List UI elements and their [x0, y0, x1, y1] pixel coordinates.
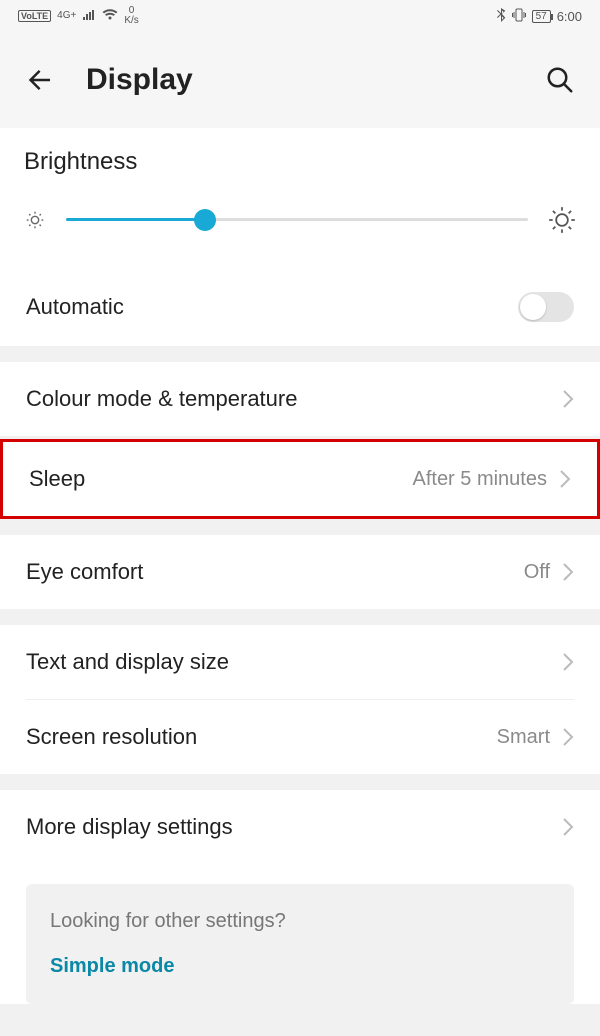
wifi-icon [102, 9, 118, 24]
automatic-brightness-row[interactable]: Automatic [0, 268, 600, 346]
eye-comfort-label: Eye comfort [26, 559, 143, 585]
chevron-right-icon [562, 652, 574, 672]
text-size-label: Text and display size [26, 649, 229, 675]
sleep-row-highlighted: Sleep After 5 minutes [0, 439, 600, 519]
chevron-right-icon [562, 562, 574, 582]
network-type: 4G+ [57, 11, 76, 21]
appbar: Display [0, 32, 600, 128]
screen-resolution-value: Smart [497, 726, 550, 749]
eye-comfort-value: Off [524, 561, 550, 584]
slider-thumb[interactable] [194, 209, 216, 231]
brightness-slider-row [24, 206, 576, 234]
data-speed: 0 K/s [124, 6, 138, 26]
clock: 6:00 [557, 9, 582, 24]
vibrate-icon [512, 8, 526, 25]
back-button[interactable] [20, 60, 60, 100]
brightness-slider[interactable] [66, 208, 528, 232]
looking-for-settings-card: Looking for other settings? Simple mode [26, 884, 574, 1004]
status-bar: VoLTE 4G+ 0 K/s 57 6:00 [0, 0, 600, 32]
more-display-row[interactable]: More display settings [0, 790, 600, 864]
bluetooth-icon [496, 8, 506, 25]
search-icon [545, 65, 575, 95]
brightness-high-icon [548, 206, 576, 234]
more-display-label: More display settings [26, 814, 233, 840]
brightness-low-icon [24, 209, 46, 231]
sleep-value: After 5 minutes [412, 468, 547, 491]
screen-resolution-label: Screen resolution [26, 724, 197, 750]
sleep-label: Sleep [29, 466, 85, 492]
colour-mode-label: Colour mode & temperature [26, 386, 297, 412]
chevron-right-icon [562, 727, 574, 747]
chevron-right-icon [562, 817, 574, 837]
card-question: Looking for other settings? [50, 910, 550, 933]
eye-comfort-row[interactable]: Eye comfort Off [0, 535, 600, 609]
text-size-row[interactable]: Text and display size [0, 625, 600, 699]
signal-icon [82, 9, 96, 24]
automatic-label: Automatic [26, 294, 124, 320]
search-button[interactable] [540, 60, 580, 100]
automatic-toggle[interactable] [518, 292, 574, 322]
volte-badge: VoLTE [18, 10, 51, 22]
simple-mode-link[interactable]: Simple mode [50, 955, 550, 978]
page-title: Display [86, 63, 514, 97]
colour-mode-row[interactable]: Colour mode & temperature [0, 362, 600, 436]
brightness-title: Brightness [24, 148, 576, 176]
brightness-section: Brightness Automatic [0, 128, 600, 346]
chevron-right-icon [562, 389, 574, 409]
screen-resolution-row[interactable]: Screen resolution Smart [0, 700, 600, 774]
back-arrow-icon [25, 65, 55, 95]
sleep-row[interactable]: Sleep After 5 minutes [3, 442, 597, 516]
battery-icon: 57 [532, 10, 551, 23]
chevron-right-icon [559, 469, 571, 489]
